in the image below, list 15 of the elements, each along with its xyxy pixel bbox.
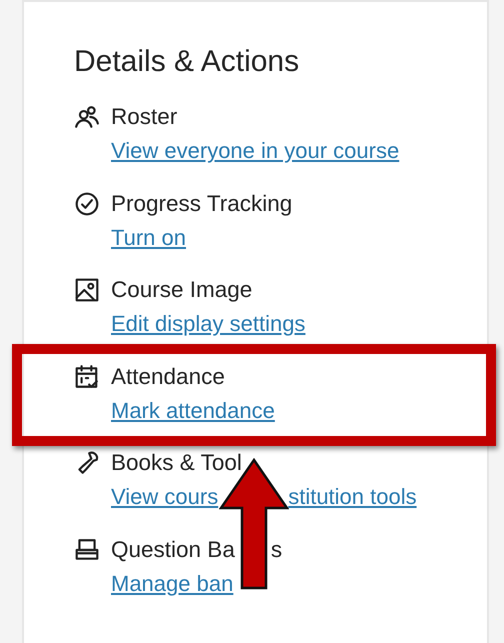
item-title: Course Image [111,277,252,303]
item-title: Books & Tool [111,450,242,476]
item-link[interactable]: stitution tools [288,484,417,510]
item-link[interactable]: View cours [111,484,218,510]
item-link[interactable]: Manage ban [111,570,234,596]
item-title: Roster [111,104,178,130]
item-title: Progress Tracking [111,190,292,216]
item-link[interactable]: View everyone in your course [111,138,400,164]
item-title: s [270,536,282,562]
item-link[interactable]: Edit display settings [111,311,306,337]
item-title: Attendance [111,364,225,390]
item-link[interactable]: Mark attendance [111,398,275,424]
item-title: Question Ba [111,536,235,562]
item-link[interactable]: Turn on [111,224,186,250]
panel-title: Details & Actions [74,44,300,80]
